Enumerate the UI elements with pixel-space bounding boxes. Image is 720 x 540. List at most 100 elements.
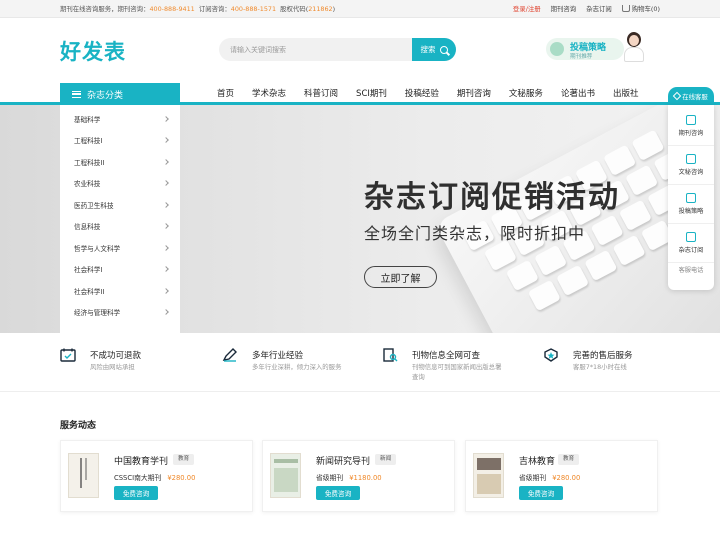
- customer-service-avatar: [622, 30, 646, 62]
- journal-name: 新闻研究导刊: [316, 457, 371, 467]
- phone-consult: 400-888-9411: [149, 5, 195, 13]
- document-icon: [686, 154, 696, 164]
- float-item-secretary[interactable]: 文秘咨询: [668, 146, 714, 185]
- cart-label: 购物车(0): [631, 5, 660, 13]
- promo-subtitle: 期刊推荐: [570, 54, 593, 60]
- book-icon: [686, 115, 696, 125]
- category-item[interactable]: 哲学与人文科学: [60, 237, 180, 259]
- journal-price: ¥1180.00: [349, 474, 382, 482]
- phone-order: 400-888-1571: [230, 5, 277, 13]
- feature-refund: 不成功可退款 风险由网站承担: [60, 345, 210, 381]
- journal-tag: 教育: [173, 454, 195, 465]
- topbar-links: 登录/注册 期刊咨询 杂志订阅 购物车(0): [513, 4, 660, 13]
- stock-label: 股权代码(: [280, 5, 309, 13]
- main-nav: 首页 学术杂志 科普订阅 SCI期刊 投稿经验 期刊咨询 文秘服务 论著出书 出…: [208, 87, 647, 99]
- category-item[interactable]: 社会科学I: [60, 259, 180, 281]
- note-icon: [686, 193, 696, 203]
- document-search-icon: [383, 348, 398, 362]
- journal-cover-image: [270, 453, 301, 498]
- section-divider: [0, 391, 720, 392]
- nav-sci[interactable]: SCI期刊: [347, 87, 396, 99]
- category-menu-label: 杂志分类: [87, 90, 124, 101]
- topbar-link-journal[interactable]: 期刊咨询: [551, 4, 577, 13]
- stock-code: 211862: [308, 5, 333, 13]
- feature-title: 不成功可退款: [90, 351, 142, 361]
- category-menu-button[interactable]: 杂志分类: [60, 83, 180, 105]
- chevron-right-icon: [163, 201, 169, 208]
- journal-meta: 省级期刊 ¥1180.00: [316, 474, 382, 482]
- topbar-link-subscribe[interactable]: 杂志订阅: [586, 4, 612, 13]
- journal-card[interactable]: 新闻研究导刊 新闻 省级期刊 ¥1180.00 免费咨询: [262, 440, 455, 512]
- nav-submission[interactable]: 投稿经验: [396, 87, 448, 99]
- floating-service-panel: 期刊咨询 文秘咨询 投稿策略 杂志订阅 客服电话: [668, 105, 714, 290]
- stock-end: ): [332, 5, 336, 13]
- star-badge-icon: [544, 348, 558, 362]
- promo-banner[interactable]: 投稿策略 期刊推荐: [546, 30, 650, 64]
- journal-name: 中国教育学刊: [114, 457, 169, 467]
- float-item-strategy[interactable]: 投稿策略: [668, 185, 714, 224]
- feature-title: 完善的售后服务: [573, 351, 633, 361]
- cart-link[interactable]: 购物车(0): [621, 4, 660, 13]
- search-input[interactable]: [219, 38, 412, 61]
- site-logo[interactable]: 好发表: [60, 36, 126, 66]
- chevron-right-icon: [163, 115, 169, 122]
- category-item[interactable]: 工程科技I: [60, 130, 180, 152]
- nav-journal-consult[interactable]: 期刊咨询: [448, 87, 500, 99]
- online-service-label: 在线客服: [682, 92, 708, 101]
- magazine-icon: [686, 232, 696, 242]
- journal-card[interactable]: 吉林教育 教育 省级期刊 ¥280.00 免费咨询: [465, 440, 658, 512]
- menu-icon: [72, 90, 81, 98]
- top-bar: 期刊在线咨询服务，期刊咨询：400-888-9411 订阅咨询：400-888-…: [0, 0, 720, 18]
- journal-cover-image: [473, 453, 504, 498]
- search-button[interactable]: 搜索: [412, 38, 456, 61]
- category-item[interactable]: 经济与管理科学: [60, 302, 180, 324]
- nav-home[interactable]: 首页: [208, 87, 243, 99]
- calendar-check-icon: [60, 348, 76, 362]
- login-link[interactable]: 登录/注册: [513, 4, 541, 13]
- search-button-label: 搜索: [420, 45, 436, 54]
- nav-books[interactable]: 论著出书: [552, 87, 604, 99]
- nav-academic[interactable]: 学术杂志: [243, 87, 295, 99]
- journal-name: 吉林教育: [519, 457, 556, 467]
- nav-popular-science[interactable]: 科普订阅: [295, 87, 347, 99]
- nav-publisher[interactable]: 出版社: [604, 87, 648, 99]
- category-item[interactable]: 医药卫生科技: [60, 194, 180, 216]
- banner-cta-button[interactable]: 立即了解: [364, 266, 437, 288]
- chevron-right-icon: [163, 266, 169, 273]
- chevron-right-icon: [163, 287, 169, 294]
- chevron-right-icon: [163, 158, 169, 165]
- journal-tag: 新闻: [375, 454, 397, 465]
- free-consult-button[interactable]: 免费咨询: [316, 486, 360, 500]
- feature-experience: 多年行业经验 多年行业深耕，倾力深入的服务: [222, 345, 372, 381]
- feature-after-sales: 完善的售后服务 客服7*18小时在线: [543, 345, 693, 381]
- banner-title: 杂志订阅促销活动: [364, 180, 620, 215]
- promo-badge-icon: [550, 42, 564, 56]
- cart-icon: [621, 5, 630, 12]
- journal-card[interactable]: 中国教育学刊 教育 CSSCI南大期刊 ¥280.00 免费咨询: [60, 440, 253, 512]
- feature-desc: 风险由网站承担: [90, 363, 135, 371]
- topbar-info: 期刊在线咨询服务，期刊咨询：400-888-9411 订阅咨询：400-888-…: [60, 4, 335, 13]
- feature-title: 刊物信息全网可查: [412, 351, 481, 361]
- category-item[interactable]: 社会科学II: [60, 280, 180, 302]
- chevron-right-icon: [163, 223, 169, 230]
- service-phone-label[interactable]: 客服电话: [668, 265, 714, 274]
- chevron-right-icon: [163, 137, 169, 144]
- journal-meta: 省级期刊 ¥280.00: [519, 474, 581, 482]
- category-item[interactable]: 农业科技: [60, 173, 180, 195]
- online-service-button[interactable]: 在线客服: [668, 87, 714, 105]
- category-list: 基础科学 工程科技I 工程科技II 农业科技 医药卫生科技 信息科技 哲学与人文…: [60, 105, 180, 333]
- category-item[interactable]: 基础科学: [60, 108, 180, 130]
- journal-price: ¥280.00: [552, 474, 581, 482]
- free-consult-button[interactable]: 免费咨询: [114, 486, 158, 500]
- banner-subtitle: 全场全门类杂志，限时折扣中: [364, 224, 586, 243]
- category-item[interactable]: 信息科技: [60, 216, 180, 238]
- float-item-journal[interactable]: 期刊咨询: [668, 107, 714, 146]
- journal-meta: CSSCI南大期刊 ¥280.00: [114, 474, 196, 482]
- category-item[interactable]: 工程科技II: [60, 151, 180, 173]
- order-label: 订阅咨询：: [198, 5, 231, 13]
- float-item-subscribe[interactable]: 杂志订阅: [668, 224, 714, 263]
- service-section-title: 服务动态: [60, 421, 97, 431]
- chevron-right-icon: [163, 309, 169, 316]
- free-consult-button[interactable]: 免费咨询: [519, 486, 563, 500]
- nav-secretary[interactable]: 文秘服务: [500, 87, 552, 99]
